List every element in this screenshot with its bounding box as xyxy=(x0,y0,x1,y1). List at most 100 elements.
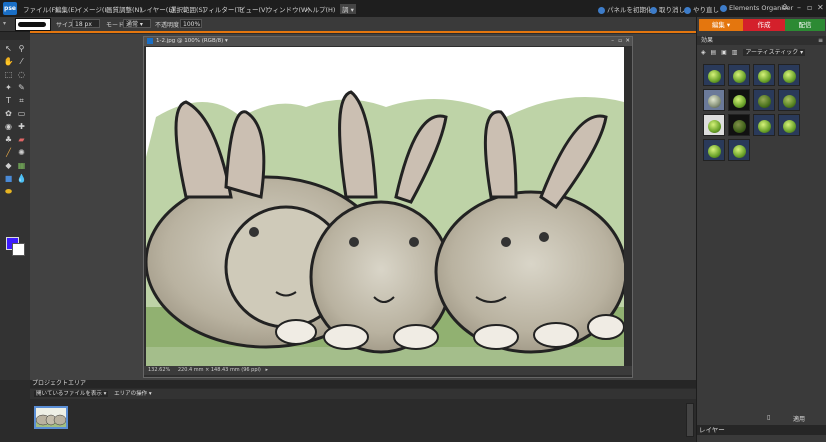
maximize-button[interactable]: ▫ xyxy=(807,3,812,12)
tab-share[interactable]: 配信 xyxy=(785,19,825,31)
effects-toolbar: ◈ ▤ ▣ ▥ アーティスティック ▾ xyxy=(697,47,826,59)
brush-preview[interactable] xyxy=(15,18,51,31)
straighten-tool-icon[interactable]: ▭ xyxy=(16,109,27,119)
menu-edit[interactable]: 編集(E) xyxy=(55,4,77,14)
file-thumbnail[interactable] xyxy=(34,406,68,429)
eyedropper-tool-icon[interactable]: ⁄ xyxy=(16,57,27,67)
menu-select[interactable]: 選択範囲(S) xyxy=(170,4,205,14)
menu-help[interactable]: ヘルプ(H) xyxy=(306,4,335,14)
magic-wand-tool-icon[interactable]: ✦ xyxy=(3,83,14,93)
tab-edit[interactable]: 編集 ▾ xyxy=(699,19,743,31)
zoom-tool-icon[interactable]: ⚲ xyxy=(16,44,27,54)
options-bar: ▾ サイズ： 18 px モード： 通常 ▾ 不透明度： 100% xyxy=(0,17,696,32)
healing-brush-tool-icon[interactable]: ✚ xyxy=(16,122,27,132)
gradient-tool-icon[interactable]: ▦ xyxy=(16,161,27,171)
layers-title: レイヤー xyxy=(699,426,725,434)
brush-tool-icon[interactable]: ╱ xyxy=(3,148,14,158)
app-logo: pse xyxy=(3,2,17,15)
effect-thumbnail[interactable] xyxy=(703,64,725,86)
move-tool-icon[interactable]: ↖ xyxy=(3,44,14,54)
file-thumbnail-image xyxy=(36,408,66,427)
minimize-button[interactable]: – xyxy=(797,3,801,12)
image-canvas[interactable] xyxy=(146,47,624,369)
document-status-bar: 132.62% 220.4 mm × 148.43 mm (96 ppi) ▸ xyxy=(144,366,632,375)
right-panel: 編集 ▾ 作成 配信 効果 ≡ ◈ ▤ ▣ ▥ アーティスティック ▾ ▯ 適用… xyxy=(696,17,826,442)
background-color-swatch[interactable] xyxy=(12,243,25,256)
shape-tool-icon[interactable]: ■ xyxy=(3,174,14,184)
sponge-tool-icon[interactable]: ⬬ xyxy=(3,187,14,197)
project-bin-title: プロジェクトエリア xyxy=(32,380,87,387)
red-eye-tool-icon[interactable]: ◉ xyxy=(3,122,14,132)
effect-thumbnail[interactable] xyxy=(728,114,750,136)
project-bin-area xyxy=(30,399,696,442)
menu-view[interactable]: ビュー(V) xyxy=(239,4,268,14)
menu-image[interactable]: イメージ(I) xyxy=(76,4,109,14)
doc-close-button[interactable]: ✕ xyxy=(625,37,630,46)
panel-menu-icon[interactable]: ≡ xyxy=(818,36,823,45)
trash-icon[interactable]: ▯ xyxy=(767,414,770,421)
filters-icon[interactable]: ◈ xyxy=(701,49,706,56)
zoom-readout: 132.62% xyxy=(148,367,171,373)
doc-maximize-button[interactable]: ▫ xyxy=(618,37,622,46)
effects-category-select[interactable]: アーティスティック ▾ xyxy=(743,49,806,56)
menu-enhance[interactable]: 画質調整(N) xyxy=(106,4,142,14)
cookie-cutter-tool-icon[interactable]: ✿ xyxy=(3,109,14,119)
crop-tool-icon[interactable]: ⌗ xyxy=(16,96,27,106)
quick-selection-tool-icon[interactable]: ✎ xyxy=(16,83,27,93)
document-icon xyxy=(147,37,153,44)
panel-reset-button[interactable]: パネルを初期化 xyxy=(598,4,653,14)
effect-thumbnail[interactable] xyxy=(728,89,750,111)
area-actions-button[interactable]: エリアの操作 ▾ xyxy=(114,391,152,397)
hand-tool-icon[interactable]: ✋ xyxy=(3,57,14,67)
eraser-tool-icon[interactable]: ▰ xyxy=(16,135,27,145)
effect-thumbnail[interactable] xyxy=(778,114,800,136)
effects-empty-area xyxy=(701,177,823,407)
lasso-tool-icon[interactable]: ◌ xyxy=(16,70,27,80)
layers-panel-header[interactable]: レイヤー xyxy=(697,425,826,435)
undo-button[interactable]: 取り消し xyxy=(650,4,685,14)
document-title-bar[interactable]: 1-2.jpg @ 100% (RGB/8) ▾ – ▫ ✕ xyxy=(144,37,632,46)
effects-title: 効果 xyxy=(701,37,714,44)
close-button[interactable]: ✕ xyxy=(817,3,824,12)
clone-stamp-tool-icon[interactable]: ♣ xyxy=(3,135,14,145)
document-window[interactable]: 1-2.jpg @ 100% (RGB/8) ▾ – ▫ ✕ 132.62% 2… xyxy=(143,36,633,378)
tool-preset-icon[interactable]: ▾ xyxy=(3,20,6,27)
effect-thumbnail[interactable] xyxy=(753,114,775,136)
project-bin-scrollbar[interactable] xyxy=(686,403,694,437)
paint-bucket-tool-icon[interactable]: ◆ xyxy=(3,161,14,171)
doc-minimize-button[interactable]: – xyxy=(611,37,614,46)
tab-create[interactable]: 作成 xyxy=(743,19,785,31)
effect-thumbnail[interactable] xyxy=(753,64,775,86)
photo-effects-icon[interactable]: ▣ xyxy=(721,49,727,56)
redo-button[interactable]: やり直し xyxy=(684,4,719,14)
undo-icon xyxy=(650,6,657,14)
marquee-tool-icon[interactable]: ⬚ xyxy=(3,70,14,80)
type-tool-icon[interactable]: T xyxy=(3,96,14,106)
reset-icon xyxy=(598,6,605,14)
home-icon[interactable]: ⌂ xyxy=(782,2,788,12)
effect-thumbnail[interactable] xyxy=(753,89,775,111)
effect-thumbnail[interactable] xyxy=(728,64,750,86)
blur-tool-icon[interactable]: 💧 xyxy=(16,174,27,184)
effect-thumbnail[interactable] xyxy=(778,89,800,111)
project-bin-header: プロジェクトエリア xyxy=(30,380,696,388)
effect-thumbnail[interactable] xyxy=(728,139,750,161)
menu-file[interactable]: ファイル(F) xyxy=(23,4,58,14)
opacity-field[interactable]: 100% xyxy=(180,19,202,28)
effect-thumbnail[interactable] xyxy=(703,139,725,161)
size-field[interactable]: 18 px xyxy=(72,19,100,28)
show-files-select[interactable]: 開いているファイルを表示 ▾ xyxy=(34,391,109,397)
text-effects-icon[interactable]: ▥ xyxy=(732,49,738,56)
effect-thumbnail[interactable] xyxy=(778,64,800,86)
effect-thumbnail[interactable] xyxy=(703,114,725,136)
effect-thumbnail[interactable] xyxy=(703,89,725,111)
layer-styles-icon[interactable]: ▤ xyxy=(711,49,717,56)
mode-select[interactable]: 通常 ▾ xyxy=(123,19,151,28)
menu-window[interactable]: ウィンドウ(W) xyxy=(266,4,310,14)
effects-apply-bar: ▯ 適用 xyxy=(697,413,826,423)
workspace-dropdown[interactable]: 調 ▾ xyxy=(340,4,356,14)
menu-filter[interactable]: フィルター(T) xyxy=(202,4,243,14)
smart-brush-tool-icon[interactable]: ✺ xyxy=(16,148,27,158)
apply-button[interactable]: 適用 xyxy=(793,414,805,423)
status-menu-icon[interactable]: ▸ xyxy=(265,367,268,373)
